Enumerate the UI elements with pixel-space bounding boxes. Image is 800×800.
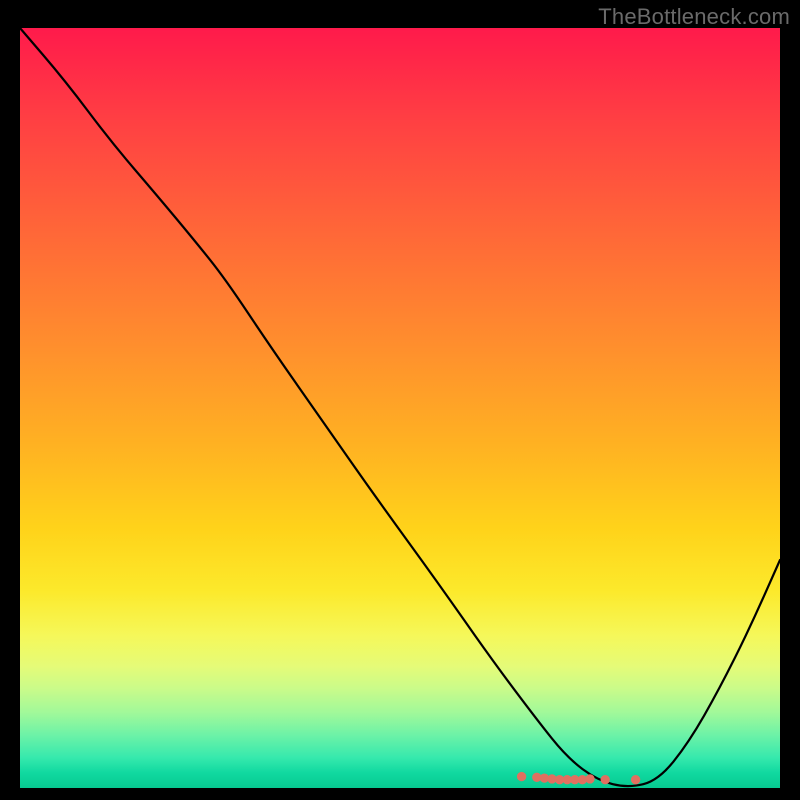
highlight-points [20,28,780,788]
watermark-text: TheBottleneck.com [598,4,790,30]
chart-frame: TheBottleneck.com [0,0,800,800]
plot-area [20,28,780,788]
